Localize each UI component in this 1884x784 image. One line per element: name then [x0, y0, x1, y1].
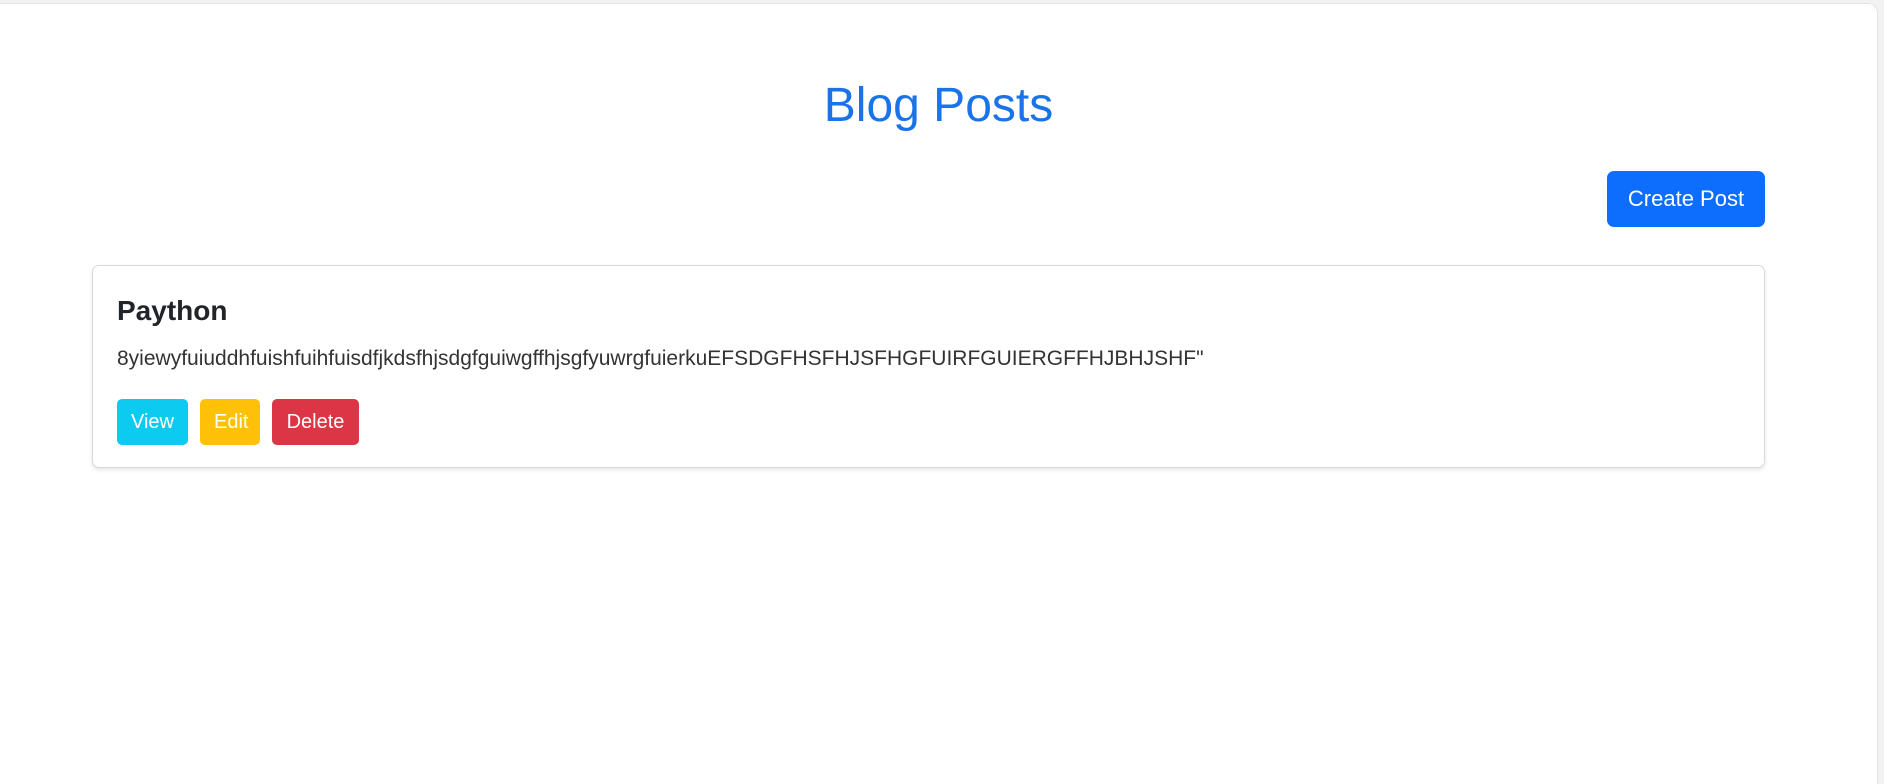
delete-button[interactable]: Delete [272, 399, 359, 445]
post-actions: View Edit Delete [117, 399, 359, 445]
page-container: Blog Posts Create Post Paython 8yiewyfui… [0, 3, 1878, 784]
post-body: 8yiewyfuiuddhfuishfuihfuisdfjkdsfhjsdgfg… [117, 347, 1204, 370]
post-card: Paython 8yiewyfuiuddhfuishfuihfuisdfjkds… [92, 265, 1765, 468]
post-title: Paython [117, 295, 228, 326]
create-post-button[interactable]: Create Post [1607, 171, 1765, 227]
page-title: Blog Posts [823, 79, 1054, 132]
edit-button[interactable]: Edit [200, 399, 260, 445]
view-button[interactable]: View [117, 399, 188, 445]
